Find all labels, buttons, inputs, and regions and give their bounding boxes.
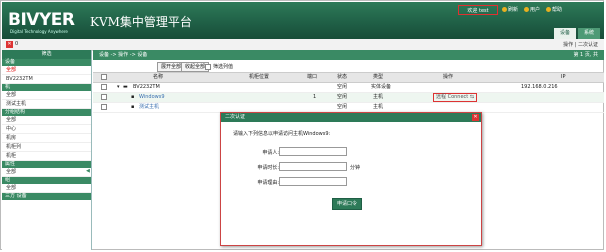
app-header: BIVYER Digital Technology Anywhere KVM集中… [2, 2, 604, 39]
app-title: KVM集中管理平台 [90, 15, 192, 29]
sidebar-item[interactable]: 全部 [2, 168, 91, 177]
sidebar-item[interactable]: 中心 [2, 125, 91, 134]
applicant-input[interactable] [279, 147, 347, 156]
device-icon: ▬ [123, 84, 128, 90]
sidebar-title: 筛选 [2, 50, 91, 59]
row-status: 空闲 [337, 94, 348, 100]
collapse-arrow-icon[interactable]: ◀ [86, 168, 91, 176]
row-ip: 192.168.0.216 [521, 84, 558, 90]
help-label: 帮助 [552, 7, 563, 13]
row-type: 主机 [373, 94, 384, 100]
app-frame: BIVYER Digital Technology Anywhere KVM集中… [0, 0, 604, 250]
user-icon [524, 7, 530, 12]
row-name[interactable]: 测试主机 [139, 103, 159, 112]
header-checkbox[interactable] [101, 73, 107, 82]
row-port: 1 [313, 94, 317, 100]
dialog-title: 二次认证 [225, 114, 246, 120]
duration-unit: 分钟 [350, 165, 361, 171]
col-position[interactable]: 机柜位置 [249, 73, 269, 82]
host-icon: ▪ [131, 94, 135, 100]
sidebar-body: 设备 全部 BV2232TM 机全部 测试主机 分组结构 全部 中心 机房 机柜列 机柜 属性 全部组全… [2, 59, 91, 200]
sidebar-item[interactable]: 机柜列 [2, 143, 91, 152]
reason-input[interactable] [279, 177, 347, 186]
row-name: BV2232TM [133, 84, 160, 90]
subbar-actions[interactable]: 操作 | 二次认证 [563, 41, 598, 48]
close-icon[interactable]: ✕ [6, 41, 13, 48]
col-port[interactable]: 端口 [307, 73, 317, 82]
breadcrumb: 设备 -> 操作 -> 设备 第 1 页, 共 [93, 50, 604, 60]
sidebar-group[interactable]: 设备 [2, 59, 91, 66]
help-link[interactable]: 帮助 [546, 6, 562, 13]
close-icon[interactable]: ✕ [472, 114, 479, 121]
sidebar-item[interactable]: 全部 [2, 66, 91, 75]
sidebar-group[interactable]: 分组结构 [2, 109, 91, 116]
dialog-prompt: 请输入下列信息以申请访问主机Windows9: [233, 131, 331, 137]
row-checkbox[interactable] [101, 103, 107, 112]
connect-button[interactable]: 远程 Connect ⇆ [433, 93, 478, 102]
row-type: 主机 [373, 104, 384, 110]
host-icon: ▪ [131, 104, 135, 110]
sidebar-item[interactable]: 机房 [2, 134, 91, 143]
sidebar-item[interactable]: 测试主机 [2, 100, 91, 109]
row-name[interactable]: Windows9 [139, 93, 165, 102]
brand-tagline: Digital Technology Anywhere [10, 29, 68, 34]
row-status: 空闲 [337, 104, 348, 110]
tree-expand-icon[interactable]: ▾ [117, 83, 120, 92]
row-checkbox[interactable] [101, 83, 107, 92]
col-action[interactable]: 操作 [443, 73, 453, 82]
refresh-link[interactable]: 刷新 [502, 6, 518, 13]
row-type: 实体设备 [371, 84, 392, 90]
sidebar-item[interactable]: 全部 [2, 116, 91, 125]
filter-sidebar: 筛选 设备 全部 BV2232TM 机全部 测试主机 分组结构 全部 中心 机房 机柜列 机柜 属性全… [2, 50, 92, 250]
sidebar-group[interactable]: 组 [2, 177, 91, 184]
sidebar-group[interactable]: 属性 [2, 161, 91, 168]
row-checkbox[interactable] [101, 93, 107, 102]
duration-input[interactable] [279, 162, 347, 171]
help-icon [546, 7, 552, 12]
table-toolbar: 展开全部 收起全部 筛选列值 [93, 60, 604, 72]
refresh-icon [502, 7, 507, 12]
sidebar-item[interactable]: 全部 [2, 91, 91, 100]
brand-logo: BIVYER [8, 10, 75, 30]
top-tabs: 设备 系统 [553, 28, 600, 39]
filter-checkbox[interactable] [205, 63, 211, 70]
table-row[interactable]: ▾ ▬ BV2232TM 空闲 实体设备 192.168.0.216 [93, 83, 604, 93]
sidebar-group[interactable]: 三方 设备 [2, 193, 91, 200]
sidebar-item[interactable]: 机柜 [2, 152, 91, 161]
table-row[interactable]: ▪ Windows9 1 空闲 主机 远程 Connect ⇆ [93, 93, 604, 103]
header-links: 刷新 用户 帮助 [502, 6, 562, 13]
dialog-title-bar: 二次认证 ✕ [221, 113, 481, 122]
col-type[interactable]: 类型 [373, 73, 383, 82]
refresh-label: 刷新 [508, 7, 519, 13]
request-password-button[interactable]: 申请口令 [332, 198, 363, 210]
breadcrumb-text: 设备 -> 操作 -> 设备 [99, 52, 148, 58]
sidebar-group[interactable]: 机 [2, 84, 91, 91]
tab-system[interactable]: 系统 [577, 28, 600, 39]
col-status[interactable]: 状态 [337, 73, 347, 82]
table-header: 名称 机柜位置 端口 状态 类型 操作 IP [93, 72, 604, 83]
page-info: 第 1 页, 共 [573, 52, 598, 58]
row-status: 空闲 [337, 84, 348, 90]
reason-label: 申请理由: [257, 180, 279, 186]
col-name[interactable]: 名称 [153, 73, 163, 82]
col-ip[interactable]: IP [561, 73, 566, 82]
connect-label: 远程 Connect [436, 94, 469, 100]
duration-label: 申请时长: [257, 165, 279, 171]
welcome-user[interactable]: 欢迎 test [458, 5, 498, 15]
tab-devices[interactable]: 设备 [553, 28, 576, 39]
user-link[interactable]: 用户 [524, 6, 540, 13]
sidebar-item[interactable]: 全部 [2, 184, 91, 193]
filter-label: 筛选列值 [213, 64, 234, 70]
applicant-label: 申请人: [262, 150, 279, 156]
close-count: 0 [15, 41, 19, 47]
user-label: 用户 [530, 7, 541, 13]
sidebar-item[interactable]: BV2232TM [2, 75, 91, 84]
auth-dialog: 二次认证 ✕ 请输入下列信息以申请访问主机Windows9: 申请人: 申请时长… [220, 112, 482, 246]
